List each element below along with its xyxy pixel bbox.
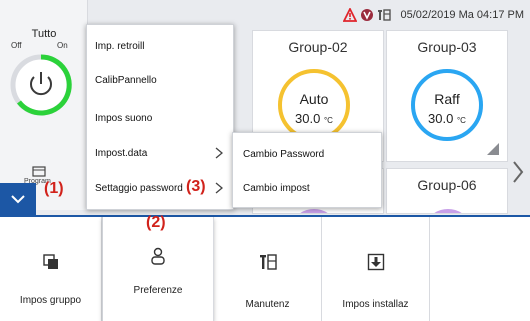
group-settings-icon [42, 254, 58, 269]
user-icon [151, 247, 165, 265]
controller-screen: 05/02/2019 Ma 04:17 PM Tutto Off On Grou… [0, 0, 530, 321]
group-card-title: Group-06 [417, 177, 477, 193]
off-label: Off [11, 41, 22, 50]
menu-item-backlight[interactable]: Imp. retroill [87, 29, 233, 63]
bottom-button-label: Manutenz [245, 299, 290, 310]
menu-item-password-settings[interactable]: Settaggio password [87, 171, 233, 205]
group-card-title: Group-02 [288, 39, 348, 55]
next-page-arrow-icon[interactable] [511, 160, 525, 184]
bottom-navigation: Impos gruppo Preferenze Manutenz Impos i… [0, 215, 530, 321]
submenu-item-change-settings[interactable]: Cambio impost [233, 171, 381, 205]
group-card-title: Group-03 [417, 39, 477, 55]
group-card-03[interactable]: Group-03 Raff 30.0 °C [386, 30, 508, 162]
bottom-button-maintenance[interactable]: Manutenz [214, 217, 322, 321]
datetime-text: 05/02/2019 Ma 04:17 PM [400, 9, 524, 21]
shield-icon[interactable] [360, 8, 374, 22]
annotation-3: (3) [186, 178, 206, 195]
password-submenu: Cambio Password Cambio impost [232, 132, 382, 208]
alarm-warning-icon[interactable] [343, 8, 358, 22]
group-status-ring: Auto 30.0 °C [278, 69, 350, 141]
bottom-button-installation[interactable]: Impos installaz [322, 217, 430, 321]
group-temperature: 30.0 °C [295, 111, 333, 126]
group-temperature: 30.0 °C [428, 111, 466, 126]
collapse-menu-button[interactable] [0, 183, 36, 215]
calendar-icon [32, 166, 46, 177]
group-status-ring [289, 209, 339, 213]
group-mode: Auto [299, 91, 329, 107]
chevron-right-icon [215, 147, 223, 159]
power-toggle-button[interactable] [8, 52, 74, 118]
maintenance-icon [259, 254, 277, 270]
menu-item-date-settings[interactable]: Impost.data [87, 136, 233, 170]
bottom-button-group-settings[interactable]: Impos gruppo [0, 217, 102, 321]
settings-menu: Imp. retroill CalibPannello Impos suono … [86, 24, 234, 210]
chevron-right-icon [215, 182, 223, 194]
menu-item-panel-calibration[interactable]: CalibPannello [87, 63, 233, 97]
group-status-ring [423, 209, 473, 213]
power-panel-title: Tutto [31, 28, 57, 40]
bottom-button-label: Impos installaz [342, 299, 409, 310]
group-status-ring: Raff 30.0 °C [411, 69, 483, 141]
submenu-item-change-password[interactable]: Cambio Password [233, 137, 381, 171]
annotation-2: (2) [146, 214, 166, 231]
maintenance-icon[interactable] [377, 8, 392, 22]
install-download-icon [367, 253, 384, 271]
corner-indicator-icon [487, 143, 499, 155]
bottom-button-label: Preferenze [133, 285, 183, 296]
annotation-1: (1) [44, 180, 64, 197]
menu-item-sound[interactable]: Impos suono [87, 101, 233, 135]
group-mode: Raff [434, 91, 460, 107]
group-card-06[interactable]: Group-06 [386, 168, 508, 214]
bottom-button-label: Impos gruppo [19, 295, 82, 306]
bottom-button-preferences[interactable]: Preferenze [102, 217, 214, 321]
on-label: On [57, 41, 68, 50]
chevron-down-icon [11, 195, 25, 204]
